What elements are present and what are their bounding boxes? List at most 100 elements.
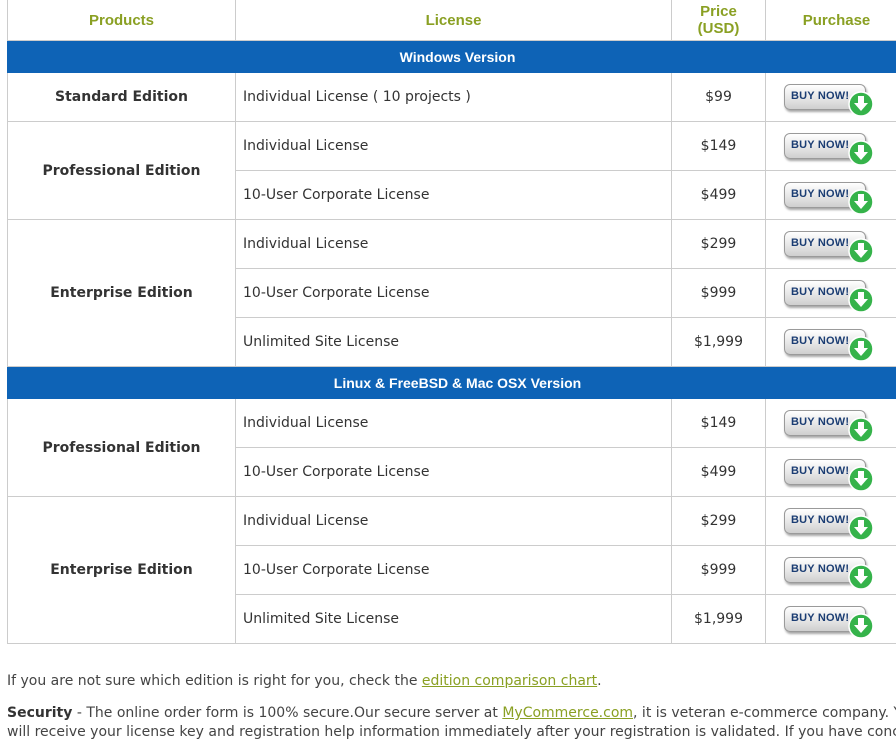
license-price: $149 — [671, 121, 766, 171]
comparison-note-suffix: . — [597, 673, 602, 689]
download-arrow-icon — [848, 466, 874, 492]
buy-now-button[interactable]: BUY NOW! — [784, 81, 874, 117]
buy-now-label: BUY NOW! — [791, 416, 850, 428]
buy-now-button[interactable]: BUY NOW! — [784, 554, 874, 590]
table-row: Enterprise Edition Individual License $299… — [7, 496, 896, 644]
download-arrow-icon — [848, 140, 874, 166]
license-name: Individual License — [235, 496, 672, 546]
buy-now-label: BUY NOW! — [791, 465, 850, 477]
header-price-line2: (USD) — [697, 20, 740, 37]
buy-now-button[interactable]: BUY NOW! — [784, 130, 874, 166]
security-text-2: , it is veteran e-commerce company. You — [633, 705, 896, 721]
buy-now-button[interactable]: BUY NOW! — [784, 326, 874, 362]
comparison-note-prefix: If you are not sure which edition is rig… — [7, 673, 422, 689]
download-arrow-icon — [848, 564, 874, 590]
buy-now-label: BUY NOW! — [791, 286, 850, 298]
license-price: $299 — [671, 219, 766, 269]
purchase-cell: BUY NOW! — [765, 398, 896, 448]
license-name: 10-User Corporate License — [235, 268, 672, 318]
product-name: Enterprise Edition — [7, 219, 236, 367]
license-name: Individual License — [235, 121, 672, 171]
download-arrow-icon — [848, 515, 874, 541]
table-row: Professional Edition Individual License $1… — [7, 398, 896, 497]
security-text-1: - The online order form is 100% secure.O… — [72, 705, 503, 721]
purchase-cell: BUY NOW! — [765, 317, 896, 367]
buy-now-label: BUY NOW! — [791, 90, 850, 102]
section-title: Linux & FreeBSD & Mac OSX Version — [7, 366, 896, 399]
buy-now-button[interactable]: BUY NOW! — [784, 179, 874, 215]
buy-now-label: BUY NOW! — [791, 612, 850, 624]
download-arrow-icon — [848, 287, 874, 313]
product-name: Standard Edition — [7, 72, 236, 122]
license-name: 10-User Corporate License — [235, 545, 672, 595]
security-note-line2: will receive your license key and regist… — [7, 724, 896, 740]
purchase-cell: BUY NOW! — [765, 170, 896, 220]
buy-now-button[interactable]: BUY NOW! — [784, 603, 874, 639]
product-name: Enterprise Edition — [7, 496, 236, 644]
security-note: Security - The online order form is 100%… — [7, 704, 896, 723]
security-label: Security — [7, 705, 73, 721]
download-arrow-icon — [848, 91, 874, 117]
purchase-cell: BUY NOW! — [765, 447, 896, 497]
download-arrow-icon — [848, 238, 874, 264]
section-title: Windows Version — [7, 40, 896, 73]
table-row: Standard Edition Individual License ( 10 … — [7, 72, 896, 122]
product-name: Professional Edition — [7, 121, 236, 220]
license-price: $499 — [671, 170, 766, 220]
license-name: Unlimited Site License — [235, 317, 672, 367]
header-products: Products — [7, 0, 236, 41]
purchase-cell: BUY NOW! — [765, 72, 896, 122]
license-price: $999 — [671, 268, 766, 318]
download-arrow-icon — [848, 613, 874, 639]
license-price: $149 — [671, 398, 766, 448]
buy-now-label: BUY NOW! — [791, 514, 850, 526]
license-price: $1,999 — [671, 594, 766, 644]
buy-now-button[interactable]: BUY NOW! — [784, 228, 874, 264]
section-header-row: Linux & FreeBSD & Mac OSX Version — [7, 366, 896, 399]
license-price: $999 — [671, 545, 766, 595]
license-name: 10-User Corporate License — [235, 447, 672, 497]
buy-now-label: BUY NOW! — [791, 139, 850, 151]
license-price: $1,999 — [671, 317, 766, 367]
purchase-cell: BUY NOW! — [765, 545, 896, 595]
purchase-cell: BUY NOW! — [765, 121, 896, 171]
buy-now-label: BUY NOW! — [791, 237, 850, 249]
license-price: $299 — [671, 496, 766, 546]
pricing-table-body: Windows Version Standard Edition Individua… — [7, 40, 896, 644]
buy-now-button[interactable]: BUY NOW! — [784, 407, 874, 443]
purchase-cell: BUY NOW! — [765, 496, 896, 546]
table-row: Professional Edition Individual License $1… — [7, 121, 896, 220]
buy-now-label: BUY NOW! — [791, 188, 850, 200]
comparison-note: If you are not sure which edition is rig… — [7, 672, 896, 691]
buy-now-button[interactable]: BUY NOW! — [784, 505, 874, 541]
section-header-row: Windows Version — [7, 40, 896, 73]
download-arrow-icon — [848, 417, 874, 443]
purchase-cell: BUY NOW! — [765, 594, 896, 644]
table-row: Enterprise Edition Individual License $299… — [7, 219, 896, 367]
download-arrow-icon — [848, 189, 874, 215]
purchase-cell: BUY NOW! — [765, 219, 896, 269]
buy-now-label: BUY NOW! — [791, 335, 850, 347]
header-license: License — [235, 0, 672, 41]
mycommerce-link[interactable]: MyCommerce.com — [502, 705, 633, 721]
product-name: Professional Edition — [7, 398, 236, 497]
header-row: Products License Price (USD) Purchase — [7, 0, 896, 41]
license-name: Individual License — [235, 219, 672, 269]
header-price-line1: Price — [700, 3, 737, 20]
pricing-table: Products License Price (USD) Purchase Wi… — [7, 0, 896, 644]
license-price: $499 — [671, 447, 766, 497]
edition-comparison-link[interactable]: edition comparison chart — [422, 673, 597, 689]
buy-now-button[interactable]: BUY NOW! — [784, 277, 874, 313]
notes: If you are not sure which edition is rig… — [7, 672, 896, 742]
header-purchase: Purchase — [765, 0, 896, 41]
buy-now-label: BUY NOW! — [791, 563, 850, 575]
header-price: Price (USD) — [671, 0, 766, 41]
license-name: Unlimited Site License — [235, 594, 672, 644]
license-name: Individual License — [235, 398, 672, 448]
pricing-page: Products License Price (USD) Purchase Wi… — [0, 0, 896, 744]
purchase-cell: BUY NOW! — [765, 268, 896, 318]
license-name: 10-User Corporate License — [235, 170, 672, 220]
download-arrow-icon — [848, 336, 874, 362]
license-name: Individual License ( 10 projects ) — [235, 72, 672, 122]
buy-now-button[interactable]: BUY NOW! — [784, 456, 874, 492]
